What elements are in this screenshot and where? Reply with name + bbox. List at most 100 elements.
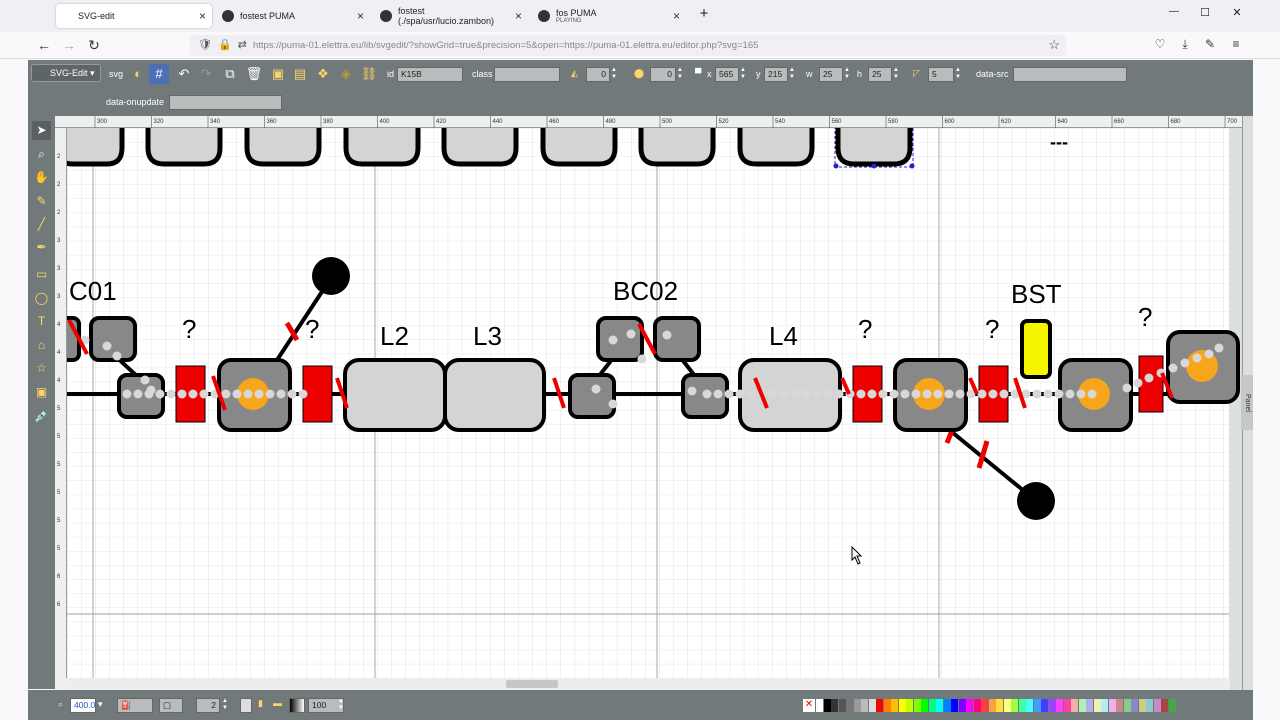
palette-swatch[interactable] (838, 699, 846, 712)
horizontal-scrollbar[interactable] (66, 678, 1230, 690)
bookmark-star-icon[interactable]: ☆ (1048, 37, 1060, 53)
delete-icon[interactable]: 🗑 (244, 64, 264, 84)
palette-swatch[interactable] (928, 699, 936, 712)
bc02-block[interactable] (596, 316, 644, 362)
label-dashes[interactable]: --- (1050, 132, 1068, 152)
stroke-width-spinner[interactable]: ▲ ▼ (222, 698, 228, 713)
eyedropper-tool-icon[interactable]: 💉 (32, 407, 51, 426)
top-block-selected[interactable] (835, 128, 913, 167)
data-src-input[interactable] (1013, 67, 1127, 82)
back-button[interactable]: ← (35, 37, 53, 53)
label-bc02[interactable]: BC02 (613, 276, 678, 306)
minimize-button[interactable]: — (1164, 6, 1184, 17)
tab-fos-puma[interactable]: fos PUMA PLAYING × (530, 4, 686, 28)
close-tab-icon[interactable]: × (199, 9, 206, 23)
palette-swatch[interactable] (876, 699, 883, 712)
blur-input[interactable]: 0 (650, 67, 676, 82)
x-input[interactable]: 565 (715, 67, 739, 82)
move-top-icon[interactable]: ▣ (268, 64, 288, 84)
redo-icon[interactable]: ↷ (196, 64, 216, 84)
label-l4[interactable]: L4 (769, 321, 798, 351)
palette-swatch[interactable] (958, 699, 966, 712)
label-unknown-5[interactable]: ? (1138, 302, 1152, 332)
palette-swatch[interactable] (913, 699, 921, 712)
palette-swatch[interactable] (1101, 699, 1108, 712)
palette-swatch[interactable] (853, 699, 861, 712)
palette-swatch[interactable] (1011, 699, 1018, 712)
y-input[interactable]: 215 (764, 67, 788, 82)
palette-swatch[interactable] (1131, 699, 1138, 712)
pencil-tool-icon[interactable]: ✎ (32, 192, 51, 211)
palette-swatch[interactable] (921, 699, 928, 712)
tab-fostest-lucio[interactable]: fostest (./spa/usr/lucio.zambon) × (372, 4, 528, 28)
maximize-button[interactable]: ☐ (1195, 6, 1215, 19)
palette-swatch[interactable] (981, 699, 988, 712)
probe-ball-down[interactable] (1017, 482, 1055, 520)
ungroup-icon[interactable]: ◈ (336, 64, 356, 84)
close-tab-icon[interactable]: × (357, 9, 364, 23)
palette-swatch[interactable] (1018, 699, 1026, 712)
undo-icon[interactable]: ↶ (174, 64, 194, 84)
site-info-icons[interactable]: 🛡🔒⇄ (198, 38, 253, 51)
source-icon[interactable]: svg (106, 64, 126, 84)
palette-swatch[interactable] (1003, 699, 1011, 712)
palette-swatch[interactable] (1138, 699, 1146, 712)
palette-swatch[interactable] (823, 699, 831, 712)
close-tab-icon[interactable]: × (673, 9, 680, 23)
top-block[interactable] (67, 128, 125, 167)
pocket-icon[interactable]: ♡ (1151, 37, 1169, 51)
select-tool-icon[interactable]: ➤ (32, 121, 51, 140)
palette-swatch[interactable] (1146, 699, 1153, 712)
cavity-l2[interactable] (343, 358, 447, 432)
no-color-swatch[interactable]: ✕ (803, 699, 815, 712)
label-l3[interactable]: L3 (473, 321, 502, 351)
h-spinner[interactable]: ▲ ▼ (893, 67, 899, 82)
top-block[interactable] (145, 128, 223, 167)
image-tool-icon[interactable]: ▣ (32, 383, 51, 402)
id-input[interactable]: K15B (397, 67, 463, 82)
palette-swatch[interactable] (1063, 699, 1071, 712)
radius-spinner[interactable]: ▲ ▼ (955, 67, 961, 82)
link-icon[interactable]: ⛓ (359, 64, 379, 84)
palette-swatch[interactable] (906, 699, 913, 712)
url-bar[interactable]: 🛡🔒⇄ https://puma-01.elettra.eu/lib/svged… (190, 35, 1066, 56)
palette-swatch[interactable] (936, 699, 943, 712)
data-onupdate-input[interactable] (169, 95, 282, 110)
horizontal-scroll-thumb[interactable] (506, 680, 558, 688)
class-input[interactable] (494, 67, 560, 82)
menu-icon[interactable]: ≡ (1227, 37, 1245, 51)
grid-icon[interactable]: # (149, 64, 169, 84)
x-spinner[interactable]: ▲ ▼ (740, 67, 746, 82)
palette-swatch[interactable] (1033, 699, 1041, 712)
forward-button[interactable]: → (60, 37, 78, 53)
label-unknown-1[interactable]: ? (182, 314, 196, 344)
palette-swatch[interactable] (1168, 699, 1176, 712)
path-tool-icon[interactable]: ✒ (32, 238, 51, 257)
top-block[interactable] (540, 128, 618, 167)
label-unknown-2[interactable]: ? (305, 314, 319, 344)
palette-swatch[interactable] (1108, 699, 1116, 712)
top-block[interactable] (441, 128, 519, 167)
zoom-input[interactable]: 400.0 (70, 698, 96, 713)
new-tab-button[interactable]: + (694, 5, 714, 22)
canvas-workarea[interactable]: 300 320 340 360 380 400 420 440 460 480 500 520 540 5… (55, 116, 1242, 690)
pan-tool-icon[interactable]: ✋ (32, 168, 51, 187)
rect-tool-icon[interactable]: ▭ (32, 265, 51, 284)
opacity-spinner[interactable]: ▲ ▼ (338, 698, 344, 713)
linecap-icon[interactable]: ▬ (273, 698, 282, 708)
clone-icon[interactable]: ⧉ (220, 64, 240, 84)
palette-swatch[interactable] (1026, 699, 1033, 712)
move-bottom-icon[interactable]: ▤ (290, 64, 310, 84)
palette-swatch[interactable] (1048, 699, 1056, 712)
palette-swatch[interactable] (1153, 699, 1161, 712)
drawing-canvas[interactable]: --- C01 BC02 L2 L3 L4 BST ? ? ? ? ? (67, 128, 1242, 678)
label-c01[interactable]: C01 (69, 276, 117, 306)
bc02-block[interactable] (653, 316, 701, 362)
palette-swatch[interactable] (868, 699, 876, 712)
group-icon[interactable]: ❖ (313, 64, 333, 84)
fill-color-swatch[interactable]: ⛽ (117, 698, 153, 713)
palette-swatch[interactable] (891, 699, 898, 712)
palette-swatch[interactable] (943, 699, 951, 712)
palette-swatch[interactable] (1086, 699, 1093, 712)
palette-swatch[interactable] (1123, 699, 1131, 712)
